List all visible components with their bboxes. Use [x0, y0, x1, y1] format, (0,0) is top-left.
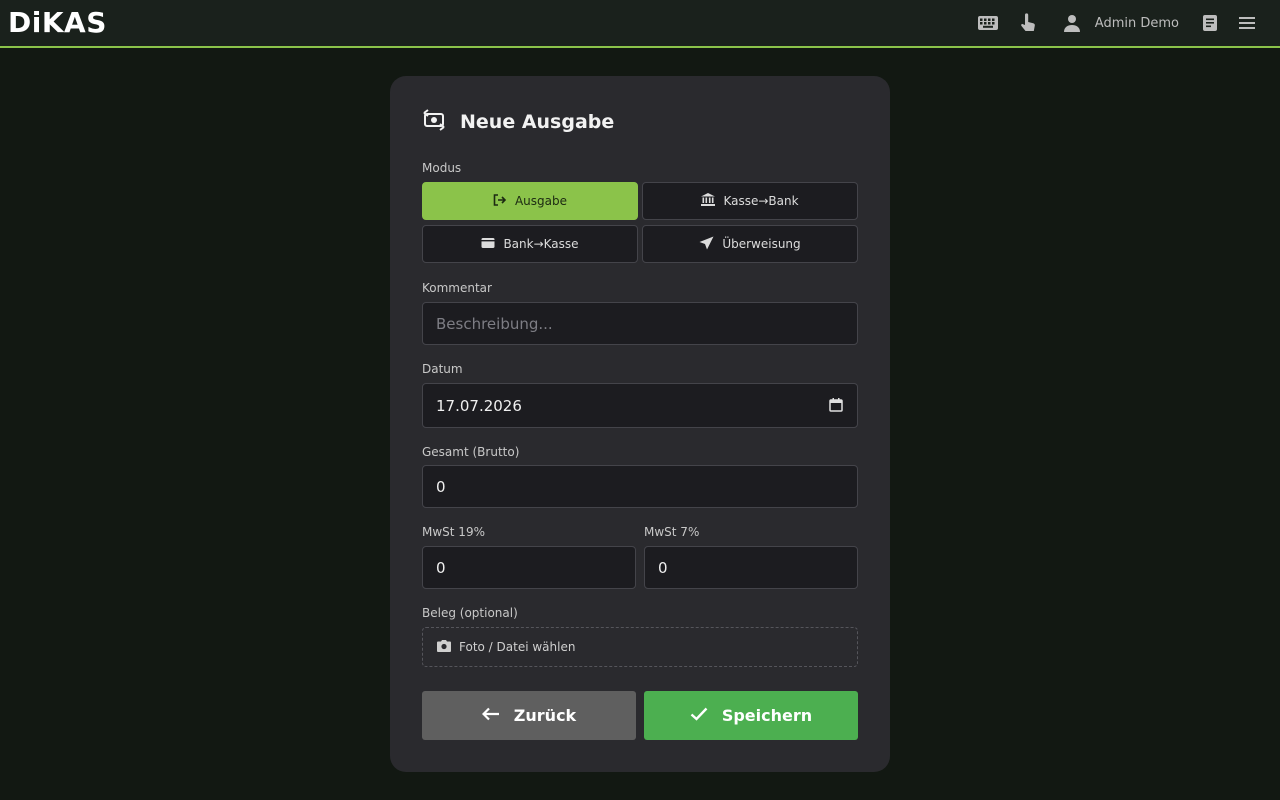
receipt-upload-button[interactable]: Foto / Datei wählen [422, 627, 858, 667]
calendar-icon[interactable] [829, 398, 843, 416]
receipt-upload-label: Foto / Datei wählen [459, 640, 576, 654]
vat19-input[interactable]: 0 [422, 546, 636, 589]
money-exchange-icon [422, 109, 446, 135]
save-label: Speichern [721, 706, 813, 725]
mode-label-text: Ausgabe [514, 194, 568, 208]
date-input[interactable]: 17.07.2026 [422, 383, 858, 428]
page-title: Neue Ausgabe [460, 111, 615, 133]
mode-ueberweisung-button[interactable]: Überweisung [642, 225, 858, 263]
date-value: 17.07.2026 [436, 396, 522, 415]
form-title: Neue Ausgabe [422, 109, 615, 135]
vat7-label: MwSt 7% [644, 525, 700, 539]
back-button[interactable]: Zurück [422, 691, 636, 740]
vat19-value: 0 [436, 558, 446, 577]
user-icon[interactable] [1061, 12, 1083, 34]
gross-value: 0 [436, 477, 446, 496]
logout-icon [493, 193, 507, 209]
back-label: Zurück [513, 706, 577, 725]
bank-icon [701, 193, 716, 209]
touch-icon[interactable] [1017, 12, 1039, 34]
gross-label: Gesamt (Brutto) [422, 445, 520, 459]
logo-text: DiKAS [8, 6, 107, 39]
camera-icon [437, 639, 451, 655]
top-bar: DiKAS Admin Demo [0, 0, 1280, 48]
keyboard-icon[interactable] [977, 12, 999, 34]
gross-input[interactable]: 0 [422, 465, 858, 508]
comment-placeholder: Beschreibung... [436, 314, 553, 333]
mode-bank-kasse-button[interactable]: Bank→Kasse [422, 225, 638, 263]
menu-icon[interactable] [1236, 12, 1258, 34]
date-label: Datum [422, 362, 463, 376]
save-button[interactable]: Speichern [644, 691, 858, 740]
check-icon [690, 706, 708, 725]
mode-label: Modus [422, 161, 462, 175]
comment-label: Kommentar [422, 281, 492, 295]
send-icon [699, 236, 714, 253]
arrow-left-icon [481, 706, 500, 725]
vat19-label: MwSt 19% [422, 525, 485, 539]
mode-ausgabe-button[interactable]: Ausgabe [422, 182, 638, 220]
user-name[interactable]: Admin Demo [1095, 16, 1179, 31]
top-bar-actions: Admin Demo [977, 0, 1258, 46]
mode-label-text: Bank→Kasse [503, 237, 579, 251]
receipt-label: Beleg (optional) [422, 606, 518, 620]
app-logo[interactable]: DiKAS [8, 6, 107, 40]
vat7-value: 0 [658, 558, 668, 577]
mode-label-text: Überweisung [722, 237, 801, 251]
vat7-input[interactable]: 0 [644, 546, 858, 589]
expense-form-card: Neue Ausgabe Modus Ausgabe Kasse→Bank Ba… [390, 76, 890, 772]
comment-input[interactable]: Beschreibung... [422, 302, 858, 345]
book-icon[interactable] [1199, 12, 1221, 34]
wallet-icon [481, 237, 495, 252]
mode-kasse-bank-button[interactable]: Kasse→Bank [642, 182, 858, 220]
mode-label-text: Kasse→Bank [723, 194, 799, 208]
